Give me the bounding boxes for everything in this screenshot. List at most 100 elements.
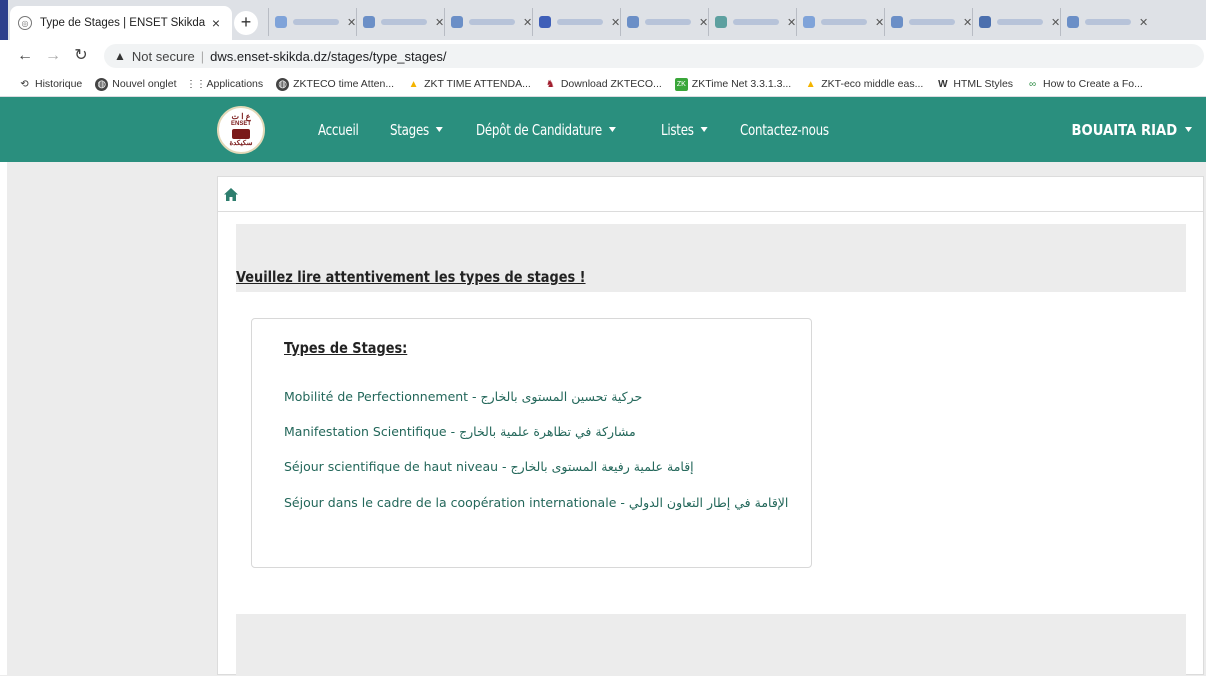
logo-bottom-text: سكيكدة <box>229 140 253 147</box>
browser-tab-background[interactable]: ✕ <box>1060 8 1154 36</box>
security-label[interactable]: Not secure <box>132 49 195 64</box>
zk-icon: ZK <box>674 77 688 91</box>
bookmark-applications[interactable]: ⋮⋮ Applications <box>186 78 264 91</box>
tab-favicon-icon <box>275 16 287 28</box>
url-text[interactable]: dws.enset-skikda.dz/stages/type_stages/ <box>210 49 446 64</box>
globe-icon: ◍ <box>95 77 109 91</box>
bookmark-label: Historique <box>35 78 83 90</box>
tab-strip-accent <box>0 0 8 40</box>
browser-toolbar: ← → ↻ ▲ Not secure | dws.enset-skikda.dz… <box>0 40 1206 72</box>
browser-tab-background[interactable]: ✕ <box>708 8 802 36</box>
stage-type-item: Mobilité de Perfectionnement - حركية تحس… <box>284 389 643 404</box>
browser-tab-background[interactable]: ✕ <box>884 8 978 36</box>
bookmark-download-zkteco[interactable]: ♞ Download ZKTECO... <box>544 78 662 91</box>
browser-tab-background[interactable]: ✕ <box>356 8 450 36</box>
caret-down-icon <box>609 127 617 132</box>
bookmark-nouvel-onglet[interactable]: ◍ Nouvel onglet <box>95 77 177 91</box>
bookmark-zkt-eco[interactable]: ▲ ZKT-eco middle eas... <box>804 78 924 91</box>
blurred-tab-title <box>1085 19 1131 25</box>
site-favicon-icon: ◎ <box>18 16 32 30</box>
bookmark-label: How to Create a Fo... <box>1043 78 1143 90</box>
main-content: Veuillez lire attentivement les types de… <box>217 176 1204 676</box>
tab-close-icon[interactable]: ✕ <box>435 16 444 29</box>
tab-close-icon[interactable]: × <box>208 15 224 31</box>
bookmark-label: Nouvel onglet <box>112 78 177 90</box>
bookmark-label: ZKT-eco middle eas... <box>821 78 924 90</box>
tab-close-icon[interactable]: ✕ <box>963 16 972 29</box>
bookmark-how-to-create[interactable]: ∞ How to Create a Fo... <box>1026 78 1143 91</box>
logo-middle-text: ENSET <box>230 121 251 127</box>
stage-types-card: Types de Stages: Mobilité de Perfectionn… <box>251 318 812 568</box>
back-arrow-icon[interactable]: ← <box>14 45 36 67</box>
tab-favicon-icon <box>715 16 727 28</box>
blurred-tab-title <box>381 19 427 25</box>
browser-tab-strip: ◎ Type de Stages | ENSET Skikda × + ✕ ✕ … <box>0 0 1206 40</box>
geeks-icon: ∞ <box>1028 78 1037 90</box>
warning-triangle-icon[interactable]: ▲ <box>114 49 126 63</box>
left-panel <box>0 162 7 675</box>
user-name: BOUAITA RIAD <box>1071 120 1178 139</box>
bookmark-zkteco-time[interactable]: ◍ ZKTECO time Atten... <box>276 77 395 91</box>
page-heading: Veuillez lire attentivement les types de… <box>236 268 586 286</box>
tab-close-icon[interactable]: ✕ <box>347 16 356 29</box>
apps-grid-icon: ⋮⋮ <box>186 78 206 90</box>
tab-favicon-icon <box>1067 16 1079 28</box>
browser-tab-active[interactable]: ◎ Type de Stages | ENSET Skikda × <box>10 6 232 40</box>
nav-label: Stages <box>390 120 430 139</box>
forward-arrow-icon[interactable]: → <box>42 45 64 67</box>
browser-tab-background[interactable]: ✕ <box>268 8 362 36</box>
tab-close-icon[interactable]: ✕ <box>1139 16 1148 29</box>
user-menu[interactable]: BOUAITA RIAD <box>1071 97 1192 162</box>
bookmark-label: Download ZKTECO... <box>560 78 662 90</box>
bookmark-html-styles[interactable]: W HTML Styles <box>936 78 1013 91</box>
tab-close-icon[interactable]: ✕ <box>875 16 884 29</box>
enset-logo[interactable]: ع ا ت ENSET سكيكدة <box>217 106 265 154</box>
nav-label: Listes <box>661 120 695 139</box>
bookmark-label: Applications <box>206 78 264 90</box>
tab-close-icon[interactable]: ✕ <box>699 16 708 29</box>
bookmark-label: ZKTECO time Atten... <box>293 78 395 90</box>
info-banner: Veuillez lire attentivement les types de… <box>236 224 1186 292</box>
drive-icon: ▲ <box>805 78 816 90</box>
globe-icon: ◍ <box>276 77 290 91</box>
nav-item-depot-candidature[interactable]: Dépôt de Candidature <box>476 121 617 139</box>
breadcrumb <box>218 177 1203 212</box>
address-separator: | <box>200 48 205 64</box>
browser-tab-background[interactable]: ✕ <box>796 8 890 36</box>
home-icon[interactable] <box>224 188 238 201</box>
bookmark-zktime-net[interactable]: ZK ZKTime Net 3.3.1.3... <box>674 77 792 91</box>
history-icon: ⟲ <box>20 78 29 90</box>
logo-book-icon <box>232 129 250 139</box>
bookmark-historique[interactable]: ⟲ Historique <box>18 78 82 91</box>
tab-favicon-icon <box>539 16 551 28</box>
tab-favicon-icon <box>803 16 815 28</box>
caret-down-icon <box>436 127 444 132</box>
tab-favicon-icon <box>627 16 639 28</box>
stage-type-item: Séjour dans le cadre de la coopération i… <box>284 495 789 510</box>
blurred-tab-title <box>997 19 1043 25</box>
blurred-tab-title <box>645 19 691 25</box>
bookmark-zkt-time-attenda[interactable]: ▲ ZKT TIME ATTENDA... <box>407 78 531 91</box>
nav-item-stages[interactable]: Stages <box>390 120 444 139</box>
caret-down-icon <box>701 127 709 132</box>
tab-close-icon[interactable]: ✕ <box>523 16 532 29</box>
address-bar[interactable]: ▲ Not secure | dws.enset-skikda.dz/stage… <box>104 44 1204 68</box>
tab-close-icon[interactable]: ✕ <box>787 16 796 29</box>
nav-item-contactez-nous[interactable]: Contactez-nous <box>740 121 829 139</box>
stage-type-item: Manifestation Scientifique - مشاركة في ت… <box>284 424 636 439</box>
browser-tab-background[interactable]: ✕ <box>444 8 538 36</box>
browser-tab-background[interactable]: ✕ <box>972 8 1066 36</box>
bookmark-label: ZKTime Net 3.3.1.3... <box>691 78 792 90</box>
nav-item-listes[interactable]: Listes <box>661 120 709 139</box>
new-tab-button[interactable]: + <box>234 11 258 35</box>
nav-item-accueil[interactable]: Accueil <box>318 121 359 139</box>
footer-banner <box>236 614 1186 676</box>
nav-label: Accueil <box>318 120 359 139</box>
bookmark-label: ZKT TIME ATTENDA... <box>424 78 531 90</box>
tab-favicon-icon <box>363 16 375 28</box>
browser-tab-background[interactable]: ✕ <box>532 8 626 36</box>
tab-close-icon[interactable]: ✕ <box>611 16 620 29</box>
tab-close-icon[interactable]: ✕ <box>1051 16 1060 29</box>
browser-tab-background[interactable]: ✕ <box>620 8 714 36</box>
reload-icon[interactable]: ↻ <box>70 45 92 67</box>
